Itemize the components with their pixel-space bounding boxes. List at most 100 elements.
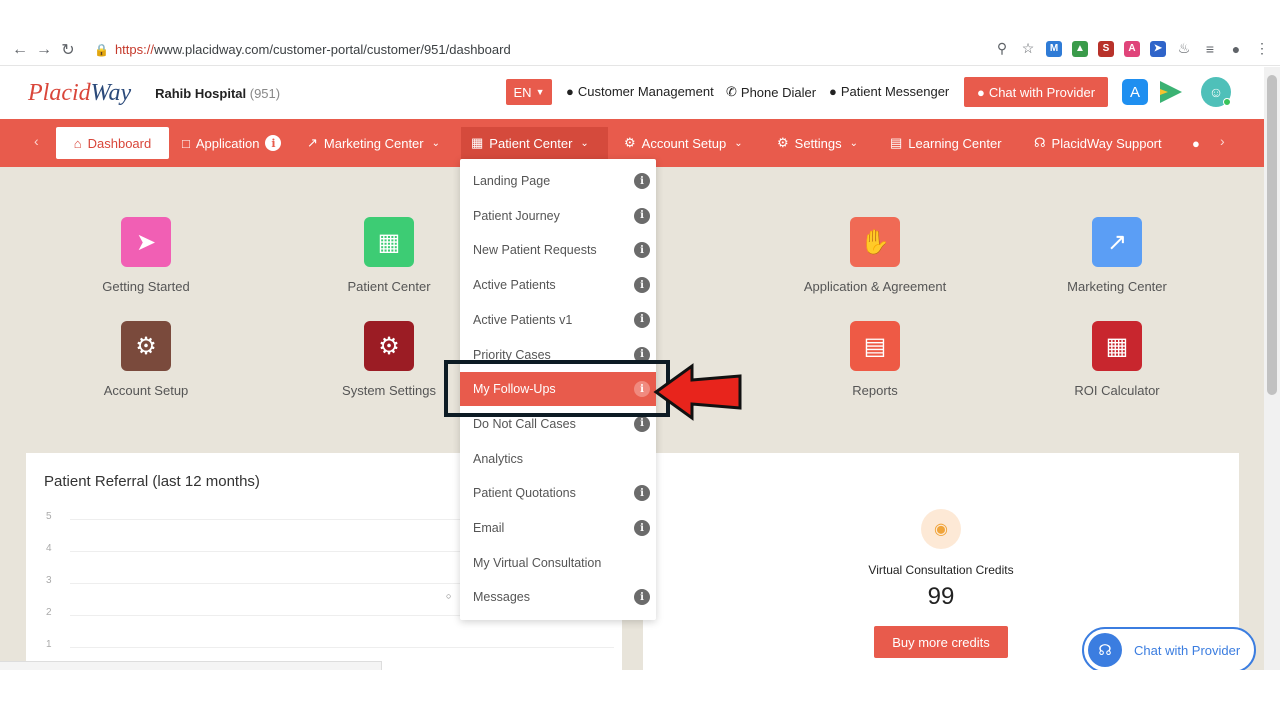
logo-accent-text: Way	[90, 79, 132, 106]
patient-card-icon: ▦	[471, 135, 484, 150]
info-icon[interactable]: i	[265, 135, 282, 151]
user-icon: ●	[566, 84, 574, 99]
info-icon[interactable]: i	[634, 242, 650, 259]
nav-dashboard[interactable]: ⌂ Dashboard	[56, 127, 169, 159]
page-scrollbar[interactable]	[1264, 67, 1280, 670]
language-button[interactable]: EN ▼	[506, 79, 552, 105]
nav-learning-center[interactable]: ▤ Learning Center	[890, 119, 1002, 167]
tile-reports[interactable]: ▤ Reports	[775, 321, 975, 398]
y-tick-label: 3	[46, 575, 52, 586]
nav-user[interactable]: ●	[1192, 119, 1200, 167]
red-arrow-pointer	[653, 363, 742, 421]
calculator-icon: ▦	[1092, 321, 1142, 371]
dropdown-item-label: Landing Page	[473, 174, 551, 188]
reading-list-icon[interactable]: ≡	[1202, 41, 1218, 57]
dropdown-item-label: Active Patients v1	[473, 312, 573, 327]
dropdown-item[interactable]: Email i	[460, 511, 656, 545]
buy-more-credits-button[interactable]: Buy more credits	[874, 626, 1008, 658]
extension-m-icon[interactable]: M	[1046, 40, 1062, 57]
line-chart-icon: ↗	[307, 135, 318, 150]
customer-management-label: Customer Management	[577, 84, 714, 99]
browser-toolbar: ← → ↻ 🔒 https:// www.placidway.com/custo…	[0, 34, 1280, 66]
tile-patient-center-label: Patient Center	[347, 279, 431, 294]
info-icon[interactable]: i	[634, 311, 650, 328]
user-avatar[interactable]: ☺	[1201, 77, 1231, 107]
patient-messenger-link[interactable]: ● Patient Messenger	[829, 84, 949, 99]
tile-marketing-center[interactable]: ↗ Marketing Center	[1017, 217, 1217, 294]
info-icon[interactable]: i	[634, 485, 650, 502]
star-icon[interactable]: ☆	[1020, 40, 1036, 57]
customer-management-link[interactable]: ● Customer Management	[566, 84, 714, 99]
gear-icon: ⚙	[364, 321, 414, 371]
credits-value: 99	[927, 583, 955, 610]
dropdown-item[interactable]: Patient Journey i	[460, 199, 656, 233]
nav-settings[interactable]: ⚙ Settings ⌄	[777, 119, 858, 167]
scrollbar-thumb[interactable]	[1267, 75, 1277, 395]
tile-reports-label: Reports	[852, 383, 898, 398]
lock-icon: 🔒	[94, 42, 109, 57]
info-icon[interactable]: i	[634, 520, 650, 536]
floating-chat-button[interactable]: ☊ Chat with Provider	[1082, 627, 1256, 673]
nav-patient-center[interactable]: ▦ Patient Center ⌄	[461, 127, 608, 159]
dropdown-item[interactable]: Messages i	[460, 580, 656, 614]
zoom-icon[interactable]: ⚲	[994, 40, 1010, 57]
extension-plane-icon[interactable]: ➤	[1150, 40, 1166, 57]
nav-scroll-left-icon[interactable]: ‹	[34, 133, 39, 149]
extension-a-icon[interactable]: A	[1124, 40, 1140, 57]
dropdown-item[interactable]: Patient Quotations i	[460, 476, 656, 510]
chat-bubble-icon: ●	[976, 84, 985, 100]
chat-with-provider-button[interactable]: ● Chat with Provider	[964, 77, 1108, 107]
y-tick-label: 5	[46, 511, 52, 522]
url-scheme: https://	[114, 42, 154, 57]
phone-dialer-link[interactable]: ✆ Phone Dialer	[726, 84, 816, 100]
puzzle-icon[interactable]: ♨	[1176, 40, 1192, 57]
buy-more-credits-label: Buy more credits	[892, 634, 990, 650]
handshake-icon: ✋	[850, 217, 900, 267]
forward-arrow-icon[interactable]: →	[32, 41, 56, 59]
info-icon[interactable]: i	[634, 415, 650, 432]
info-icon[interactable]: i	[634, 173, 650, 189]
dropdown-item[interactable]: Landing Page i	[460, 164, 656, 198]
placidway-logo[interactable]: PlacidWay	[28, 80, 131, 107]
tile-patient-center[interactable]: ▦ Patient Center	[289, 217, 489, 294]
info-icon[interactable]: i	[634, 277, 650, 294]
dropdown-item[interactable]: New Patient Requests i	[460, 233, 656, 267]
address-bar[interactable]: 🔒 https:// www.placidway.com/customer-po…	[94, 42, 994, 57]
kebab-menu-icon[interactable]: ⋮	[1254, 40, 1270, 57]
dropdown-item[interactable]: Active Patients i	[460, 268, 656, 302]
tile-account-setup[interactable]: ⚙ Account Setup	[46, 321, 246, 398]
y-tick-label: 2	[46, 607, 52, 618]
hospital-name: Rahib Hospital	[155, 85, 247, 101]
app-store-icon[interactable]: A	[1122, 79, 1148, 105]
info-icon[interactable]: i	[634, 589, 650, 606]
dropdown-item-label: Email	[473, 521, 505, 535]
chevron-down-icon: ⌄	[580, 137, 589, 149]
rocket-icon: ➤	[121, 217, 171, 267]
google-play-icon[interactable]	[1160, 81, 1182, 103]
dropdown-item[interactable]: My Virtual Consultation	[460, 546, 656, 580]
tile-getting-started[interactable]: ➤ Getting Started	[46, 217, 246, 294]
extension-s-icon[interactable]: S	[1098, 40, 1114, 57]
info-icon[interactable]: i	[634, 207, 650, 224]
tile-application-agreement[interactable]: ✋ Application & Agreement	[775, 217, 975, 294]
nav-scroll-right-icon[interactable]: ›	[1220, 133, 1225, 149]
reload-icon[interactable]: ↻	[56, 40, 80, 60]
data-point-marker: ○	[446, 591, 452, 601]
dropdown-item-label: Analytics	[473, 451, 524, 466]
url-text: www.placidway.com/customer-portal/custom…	[153, 42, 511, 57]
tile-roi-calculator[interactable]: ▦ ROI Calculator	[1017, 321, 1217, 398]
report-icon: ▤	[850, 321, 900, 371]
language-label: EN	[513, 84, 532, 100]
online-status-dot	[1223, 98, 1231, 106]
nav-marketing-center[interactable]: ↗ Marketing Center ⌄	[307, 119, 440, 167]
y-tick-label: 1	[46, 639, 52, 650]
nav-placidway-support[interactable]: ☊ PlacidWay Support	[1034, 119, 1162, 167]
extension-figure-icon[interactable]: ▲	[1072, 40, 1088, 57]
nav-marketing-center-label: Marketing Center	[323, 135, 424, 151]
chevron-down-icon: ⌄	[734, 137, 743, 149]
dropdown-item[interactable]: Analytics	[460, 442, 656, 476]
back-arrow-icon[interactable]: ←	[8, 41, 32, 59]
dropdown-item[interactable]: Active Patients v1 i	[460, 303, 656, 337]
profile-icon[interactable]: ●	[1228, 41, 1244, 57]
nav-application[interactable]: □ Application i	[182, 119, 282, 167]
